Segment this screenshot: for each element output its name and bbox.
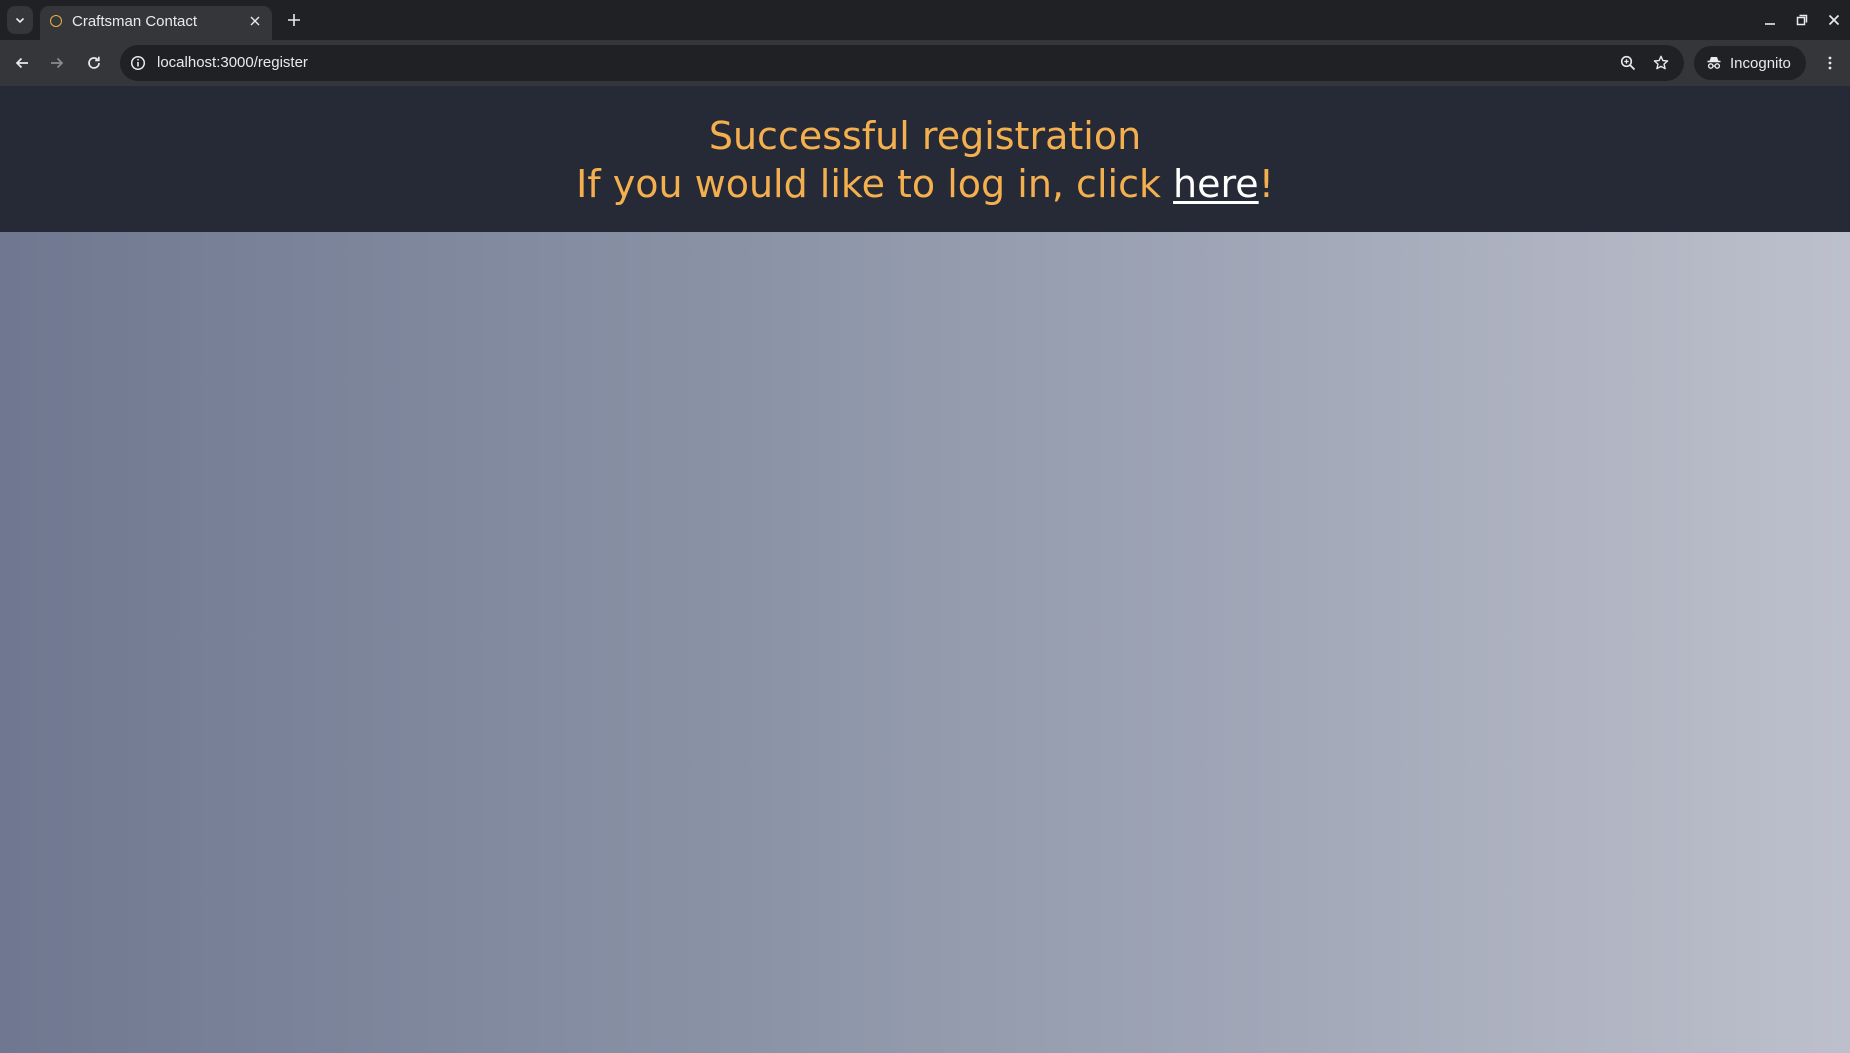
active-tab[interactable]: Craftsman Contact [40,6,272,40]
zoom-icon [1620,55,1636,71]
info-icon [130,55,146,71]
login-prompt-suffix: ! [1258,162,1274,206]
minimize-icon [1765,23,1775,25]
bookmark-button[interactable] [1651,53,1671,73]
tab-search-button[interactable] [7,6,33,34]
arrow-right-icon [51,57,64,69]
zoom-button[interactable] [1618,53,1638,73]
restore-button[interactable] [1786,0,1818,40]
back-button[interactable] [8,49,36,77]
more-vertical-icon [1828,56,1832,70]
login-link[interactable]: here [1173,162,1259,206]
incognito-label: Incognito [1730,54,1791,72]
window-controls [1754,0,1850,40]
address-bar[interactable]: localhost:3000/register [120,45,1684,81]
url-text[interactable]: localhost:3000/register [157,54,308,71]
incognito-profile-button[interactable]: Incognito [1694,46,1806,80]
tab-close-button[interactable] [246,12,264,30]
login-prompt: If you would like to log in, click here! [0,160,1850,208]
reload-button[interactable] [80,49,108,77]
browser-menu-button[interactable] [1816,49,1844,77]
login-prompt-text: If you would like to log in, click [576,162,1174,206]
browser-toolbar: localhost:3000/register Incognito [0,40,1850,86]
success-heading: Successful registration [708,114,1142,158]
loading-favicon-icon [50,15,62,27]
close-icon [250,16,260,26]
minimize-button[interactable] [1754,0,1786,40]
arrow-left-icon [15,57,28,69]
tab-strip: Craftsman Contact [0,0,1850,40]
registration-banner: Successful registration If you would lik… [0,86,1850,232]
new-tab-button[interactable] [282,8,306,32]
incognito-icon [1707,57,1721,69]
browser-window: Craftsman Contact localhost:3000/registe… [0,0,1850,1053]
tab-title: Craftsman Contact [72,13,198,30]
site-info-button[interactable] [129,54,147,72]
plus-icon [288,14,300,26]
forward-button[interactable] [43,49,71,77]
page-viewport: Successful registration If you would lik… [0,86,1850,1053]
restore-icon [1796,14,1808,26]
close-icon [1828,14,1840,26]
chevron-down-icon [15,17,25,24]
close-window-button[interactable] [1818,0,1850,40]
reload-icon [88,56,100,69]
star-icon [1653,55,1669,70]
